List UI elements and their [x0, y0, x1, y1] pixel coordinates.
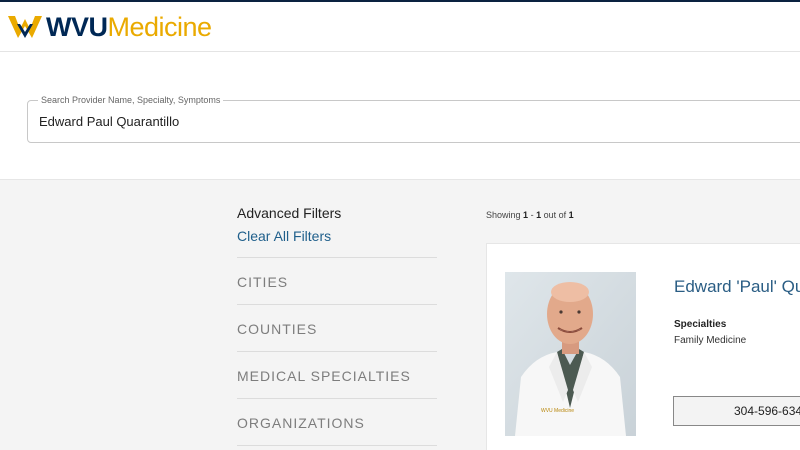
filter-counties[interactable]: COUNTIES: [237, 304, 437, 351]
coat-logo-text: WVU Medicine: [541, 408, 574, 414]
flying-wv-icon: [8, 16, 42, 38]
call-phone-button[interactable]: 304-596-634: [673, 396, 800, 426]
filter-cities[interactable]: CITIES: [237, 257, 437, 304]
results-out-of-label: out of: [543, 210, 567, 220]
provider-search-input[interactable]: Search Provider Name, Specialty, Symptom…: [27, 94, 800, 143]
clear-all-filters-link[interactable]: Clear All Filters: [237, 228, 331, 244]
results-range-end: 1: [536, 210, 542, 220]
logo-medicine-text: Medicine: [107, 11, 213, 42]
filter-medical-specialties[interactable]: MEDICAL SPECIALTIES: [237, 351, 437, 398]
provider-card[interactable]: WVU Medicine Edward 'Paul' Qu Specialtie…: [486, 243, 800, 450]
filter-label: ORGANIZATIONS: [237, 415, 365, 431]
results-range-separator: -: [528, 210, 537, 220]
results-total: 1: [568, 210, 574, 220]
wvu-medicine-logo[interactable]: WVUMedicine: [8, 9, 212, 45]
filter-label: COUNTIES: [237, 321, 318, 337]
advanced-filters-title: Advanced Filters: [237, 205, 342, 221]
search-section: Search Provider Name, Specialty, Symptom…: [0, 52, 800, 180]
site-header: WVUMedicine: [0, 0, 800, 52]
search-input-value[interactable]: Edward Paul Quarantillo: [39, 114, 179, 130]
results-count: Showing 1 - 1 out of 1: [486, 210, 574, 220]
logo-wordmark: WVUMedicine: [46, 11, 213, 42]
specialties-label: Specialties: [674, 319, 727, 330]
provider-photo[interactable]: WVU Medicine: [505, 272, 636, 436]
filter-label: MEDICAL SPECIALTIES: [237, 368, 411, 384]
filter-divider: [237, 445, 437, 450]
filter-label: CITIES: [237, 274, 289, 290]
search-input-label: Search Provider Name, Specialty, Symptom…: [38, 94, 224, 106]
results-showing-label: Showing: [486, 210, 521, 220]
logo-wvu-text: WVU: [46, 11, 108, 42]
provider-name-link[interactable]: Edward 'Paul' Qu: [674, 277, 800, 297]
filter-organizations[interactable]: ORGANIZATIONS: [237, 398, 437, 445]
provider-portrait-image: WVU Medicine: [505, 272, 636, 436]
phone-number: 304-596-634: [734, 404, 800, 418]
specialty-value: Family Medicine: [674, 335, 747, 346]
